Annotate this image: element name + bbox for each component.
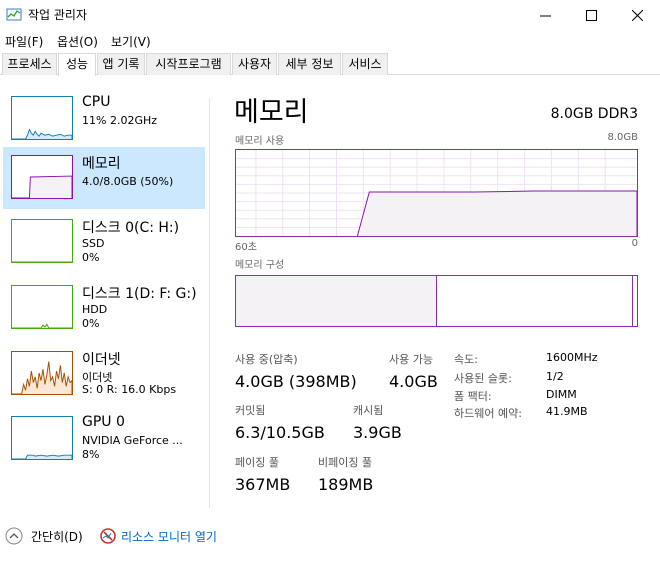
memory-composition-bar bbox=[235, 275, 638, 327]
sidebar-item-detail: 8% bbox=[82, 448, 100, 461]
nonpaged-pool-value: 189MB bbox=[318, 475, 374, 494]
committed-label: 커밋됨 bbox=[235, 404, 266, 417]
time-axis-left: 60초 bbox=[235, 242, 257, 253]
speed-label: 속도: bbox=[454, 353, 478, 366]
memory-detail-panel: 메모리 8.0GB DDR3 메모리 사용 8.0GB 60초 0 메모리 구성… bbox=[234, 88, 638, 508]
sidebar-item-title: GPU 0 bbox=[82, 414, 125, 430]
memory-usage-max: 8.0GB bbox=[607, 132, 638, 143]
sidebar-item-title: 이더넷 bbox=[82, 352, 121, 368]
sidebar-item-detail: 0% bbox=[82, 317, 100, 330]
sidebar-item-model: NVIDIA GeForce ... bbox=[82, 434, 183, 447]
tab-services[interactable]: 서비스 bbox=[342, 53, 388, 75]
sidebar-item-gpu[interactable]: GPU 0 NVIDIA GeForce ... 8% bbox=[3, 408, 205, 470]
tab-processes[interactable]: 프로세스 bbox=[2, 53, 57, 75]
tab-app-history[interactable]: 앱 기록 bbox=[97, 53, 145, 75]
title-bar: 작업 관리자 bbox=[0, 0, 660, 30]
memory-spec: 8.0GB DDR3 bbox=[550, 106, 638, 122]
minimize-button[interactable] bbox=[522, 0, 568, 30]
sidebar-item-title: CPU bbox=[82, 94, 111, 110]
close-button[interactable] bbox=[614, 0, 660, 30]
disk-1-mini-graph bbox=[11, 285, 73, 329]
window-title: 작업 관리자 bbox=[28, 8, 88, 22]
available-label: 사용 가능 bbox=[389, 353, 433, 366]
maximize-button[interactable] bbox=[568, 0, 614, 30]
sidebar-item-title: 디스크 1(D: F: G:) bbox=[82, 286, 197, 302]
sidebar-item-disk-1[interactable]: 디스크 1(D: F: G:) HDD 0% bbox=[3, 277, 205, 339]
tab-details[interactable]: 세부 정보 bbox=[278, 53, 341, 75]
nonpaged-pool-label: 비페이징 풀 bbox=[318, 456, 373, 469]
gpu-mini-graph bbox=[11, 416, 73, 460]
speed-value: 1600MHz bbox=[546, 351, 598, 364]
sidebar-item-disk-0[interactable]: 디스크 0(C: H:) SSD 0% bbox=[3, 211, 205, 273]
sidebar-item-ethernet[interactable]: 이더넷 이더넷 S: 0 R: 16.0 Kbps bbox=[3, 343, 205, 405]
sidebar-item-detail: 0% bbox=[82, 251, 100, 264]
available-value: 4.0GB bbox=[389, 372, 438, 391]
sidebar-item-cpu[interactable]: CPU 11% 2.02GHz bbox=[3, 88, 205, 150]
composition-reserved-marker bbox=[632, 276, 633, 326]
fewer-details-button[interactable]: 간단히(D) bbox=[5, 527, 83, 545]
sidebar-item-detail: S: 0 R: 16.0 Kbps bbox=[82, 383, 177, 396]
minimize-icon bbox=[539, 15, 551, 16]
hardware-reserved-value: 41.9MB bbox=[546, 405, 588, 418]
chevron-up-icon bbox=[5, 527, 23, 545]
committed-value: 6.3/10.5GB bbox=[235, 423, 325, 442]
paged-pool-value: 367MB bbox=[235, 475, 291, 494]
sidebar-item-title: 디스크 0(C: H:) bbox=[82, 220, 180, 236]
open-resource-monitor-link[interactable]: 리소스 모니터 열기 bbox=[99, 527, 217, 545]
sidebar-item-detail: 11% 2.02GHz bbox=[82, 114, 158, 127]
menu-file[interactable]: 파일(F) bbox=[5, 33, 43, 50]
in-use-label: 사용 중(압축) bbox=[235, 353, 298, 366]
sidebar-item-title: 메모리 bbox=[82, 156, 121, 172]
maximize-icon bbox=[585, 9, 597, 21]
cached-label: 캐시됨 bbox=[353, 404, 384, 417]
tab-startup[interactable]: 시작프로그램 bbox=[146, 53, 231, 75]
in-use-value: 4.0GB (398MB) bbox=[235, 372, 357, 391]
form-factor-value: DIMM bbox=[546, 388, 577, 401]
disk-0-mini-graph bbox=[11, 219, 73, 263]
page-title: 메모리 bbox=[234, 97, 309, 128]
resource-sidebar: CPU 11% 2.02GHz 메모리 4.0/8.0GB (50%) 디스크 … bbox=[0, 88, 210, 508]
sidebar-item-type: HDD bbox=[82, 303, 108, 316]
cpu-mini-graph bbox=[11, 96, 73, 140]
sidebar-item-detail: 4.0/8.0GB (50%) bbox=[82, 175, 174, 188]
memory-mini-graph bbox=[11, 155, 73, 199]
tab-bar: 프로세스 성능 앱 기록 시작프로그램 사용자 세부 정보 서비스 bbox=[0, 53, 660, 76]
tab-performance[interactable]: 성능 bbox=[58, 53, 96, 76]
resource-monitor-label: 리소스 모니터 열기 bbox=[121, 529, 217, 544]
slots-used-label: 사용된 슬롯: bbox=[454, 372, 512, 385]
close-icon bbox=[631, 9, 643, 21]
tab-users[interactable]: 사용자 bbox=[232, 53, 277, 75]
composition-in-use bbox=[236, 276, 437, 326]
footer-bar: 간단히(D) 리소스 모니터 열기 bbox=[0, 527, 660, 551]
cached-value: 3.9GB bbox=[353, 423, 402, 442]
slots-used-value: 1/2 bbox=[546, 370, 564, 383]
memory-composition-label: 메모리 구성 bbox=[235, 260, 285, 271]
hardware-reserved-label: 하드웨어 예약: bbox=[454, 407, 522, 420]
menu-options[interactable]: 옵션(O) bbox=[57, 33, 98, 50]
task-manager-icon bbox=[6, 7, 22, 23]
form-factor-label: 폼 팩터: bbox=[454, 390, 492, 403]
menu-bar: 파일(F) 옵션(O) 보기(V) bbox=[0, 30, 660, 52]
resource-monitor-icon bbox=[100, 528, 116, 544]
ethernet-mini-graph bbox=[11, 351, 73, 395]
sidebar-item-type: SSD bbox=[82, 237, 105, 250]
fewer-details-label: 간단히(D) bbox=[31, 529, 83, 544]
sidebar-divider bbox=[209, 98, 210, 508]
memory-usage-graph bbox=[235, 149, 638, 237]
memory-usage-label: 메모리 사용 bbox=[235, 136, 285, 147]
time-axis-right: 0 bbox=[631, 238, 638, 249]
menu-view[interactable]: 보기(V) bbox=[111, 33, 151, 50]
paged-pool-label: 페이징 풀 bbox=[235, 456, 279, 469]
sidebar-item-memory[interactable]: 메모리 4.0/8.0GB (50%) bbox=[3, 147, 205, 209]
